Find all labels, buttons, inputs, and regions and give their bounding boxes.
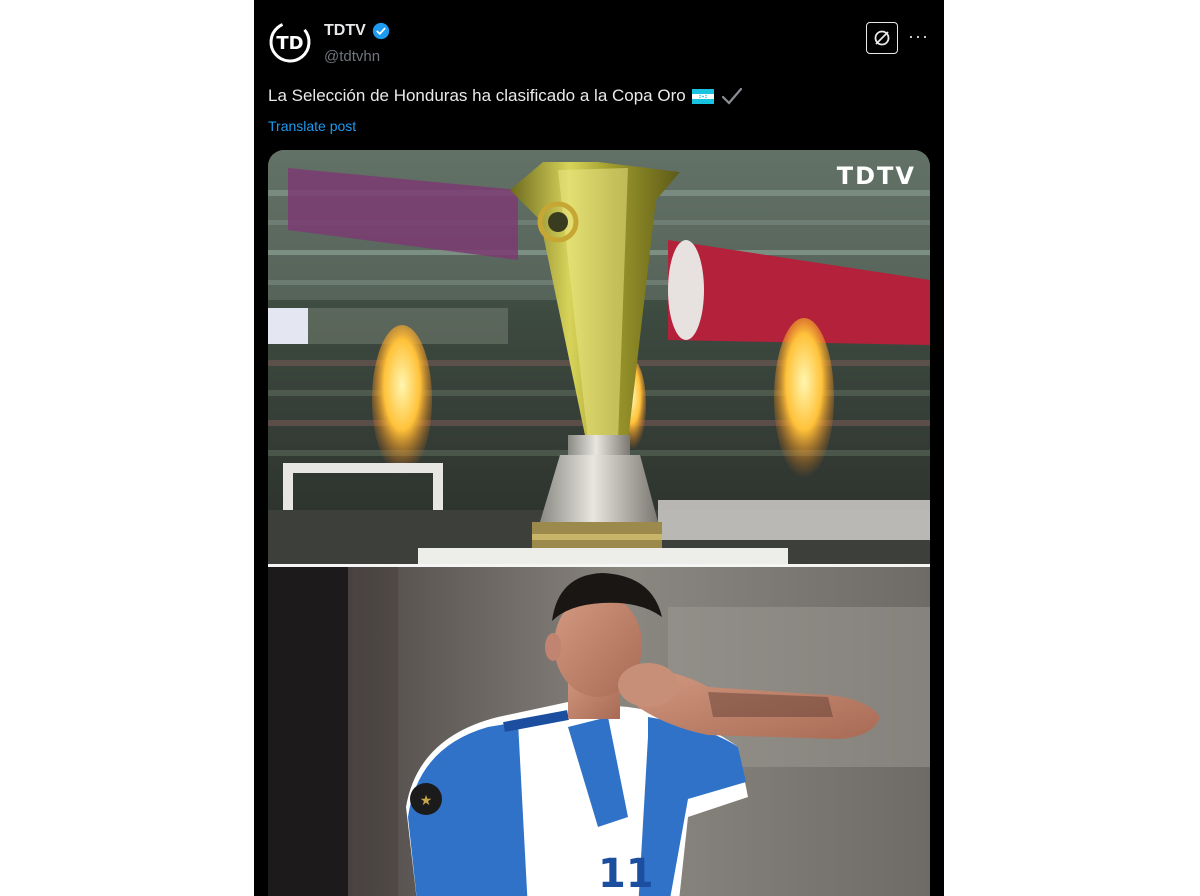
author-name-row: TDTV (324, 22, 390, 40)
tweet-card: TD TDTV @tdtvhn ··· La Selección de Hond… (254, 0, 944, 896)
display-name[interactable]: TDTV (324, 22, 366, 40)
media-container[interactable]: TDTV ★ 11 (268, 150, 930, 896)
honduras-flag-icon (691, 88, 714, 104)
check-mark-icon (721, 87, 742, 105)
verified-badge-icon (372, 22, 389, 40)
svg-text:★: ★ (420, 793, 433, 809)
svg-text:11: 11 (598, 851, 654, 896)
player-image[interactable]: ★ 11 (268, 567, 930, 896)
post-text-row: La Selección de Honduras ha clasificado … (268, 86, 744, 106)
grok-icon (874, 30, 890, 46)
post-text: La Selección de Honduras ha clasificado … (268, 86, 686, 105)
media-watermark: TDTV (836, 162, 916, 190)
translate-post-link[interactable]: Translate post (268, 118, 356, 134)
more-icon[interactable]: ··· (908, 26, 929, 47)
grok-button[interactable] (866, 22, 898, 54)
handle[interactable]: @tdtvhn (324, 48, 380, 65)
trophy-image[interactable] (268, 150, 930, 564)
tdtv-logo-icon: TD (269, 21, 311, 63)
svg-text:TD: TD (276, 33, 303, 54)
avatar[interactable]: TD (268, 20, 312, 64)
